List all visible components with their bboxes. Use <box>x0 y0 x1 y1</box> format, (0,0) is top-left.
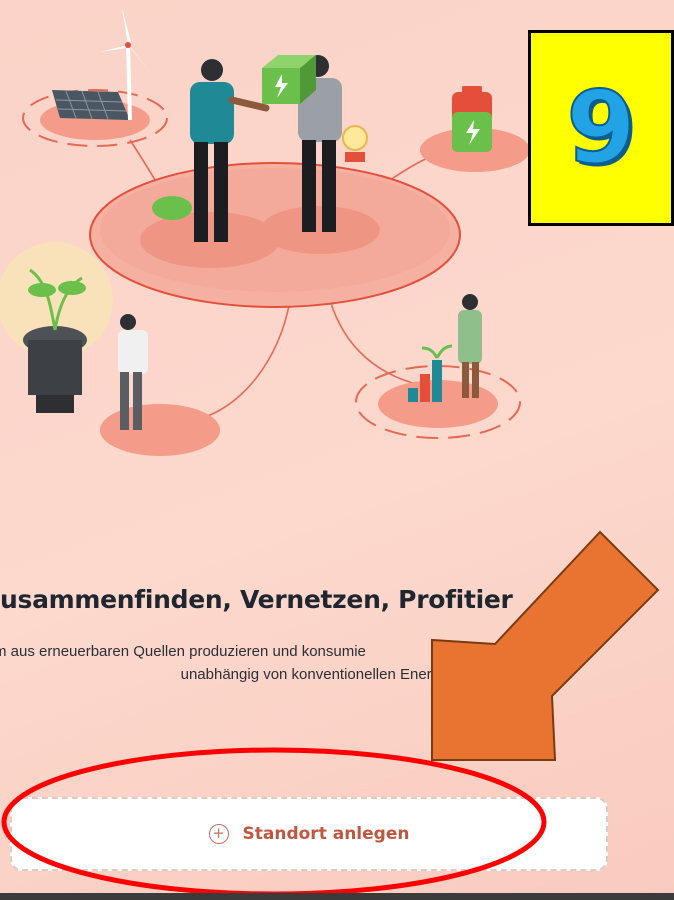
description-line-1-start: m aus erneuerbaren Quellen produzieren u… <box>0 643 366 660</box>
hero-description: m aus erneuerbaren Quellen produzieren u… <box>0 640 674 686</box>
add-location-button[interactable]: + Standort anlegen <box>10 797 608 871</box>
plus-circle-icon: + <box>208 824 229 844</box>
step-number-badge: 9 <box>528 30 674 226</box>
description-line-1-end: stabil und <box>504 643 569 660</box>
hero-heading-text: usammenfinden, Vernetzen, Profitier <box>0 585 513 614</box>
hero-heading: usammenfinden, Vernetzen, Profitier <box>0 585 674 614</box>
add-location-label: Standort anlegen <box>242 824 410 844</box>
step-number: 9 <box>565 69 637 186</box>
central-platform <box>89 162 461 308</box>
window-bottom-edge <box>0 893 674 900</box>
description-line-2: unabhängig von konventionellen Energieve… <box>180 666 494 683</box>
growth-chart-node <box>355 294 521 439</box>
description-line-1: m aus erneuerbaren Quellen produzieren u… <box>0 640 674 663</box>
solar-panel-node <box>22 8 168 147</box>
battery-node <box>420 86 530 172</box>
